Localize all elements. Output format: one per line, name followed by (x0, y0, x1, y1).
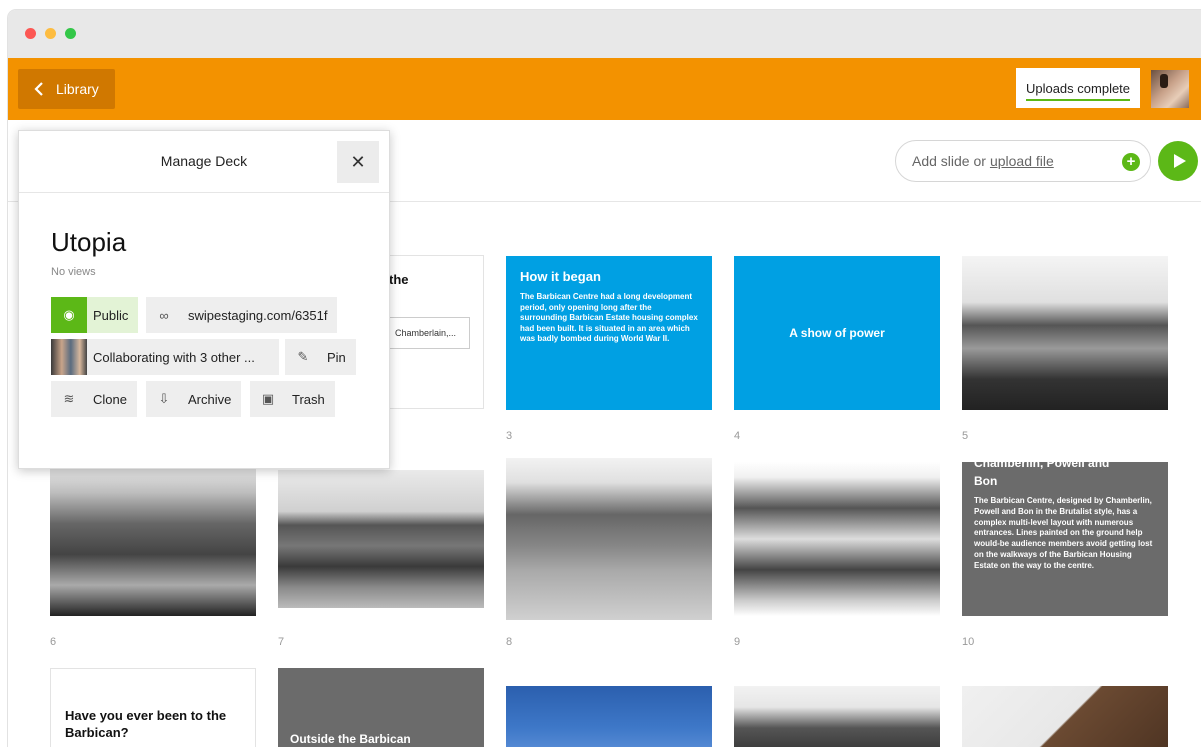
upload-progress-bar (1026, 99, 1130, 101)
trash-button[interactable]: ▣ Trash (250, 381, 335, 417)
layers-icon: ≋ (63, 391, 75, 406)
public-label: Public (93, 307, 129, 323)
add-slide-field[interactable]: Add slide or upload file + (895, 140, 1151, 182)
app-header: Library Uploads complete (8, 58, 1201, 120)
slide-9[interactable] (734, 462, 940, 616)
slide-7[interactable] (278, 470, 484, 608)
clone-button[interactable]: ≋ Clone (51, 381, 137, 417)
minimize-window-dot[interactable] (45, 28, 56, 39)
slide-4-title: A show of power (789, 326, 885, 340)
window-titlebar (8, 10, 1201, 58)
slide-9-number: 9 (734, 636, 741, 648)
slide-7-number: 7 (278, 636, 285, 648)
archive-icon: ⇩ (158, 391, 170, 406)
close-panel-button[interactable]: ✕ (337, 141, 379, 183)
visibility-public-toggle[interactable]: ◉ Public (51, 297, 139, 333)
close-window-dot[interactable] (25, 28, 36, 39)
slide-3-body: The Barbican Centre had a long developme… (520, 292, 698, 343)
globe-icon: ◉ (51, 297, 87, 333)
slide-10-body: The Barbican Centre, designed by Chamber… (974, 496, 1153, 570)
pin-label: Pin (327, 349, 346, 365)
slide-10-title-top: Chamberlin, Powell and (974, 462, 1110, 470)
pin-button[interactable]: ✎ Pin (285, 339, 356, 375)
slide-4[interactable]: A show of power (734, 256, 940, 410)
trash-label: Trash (292, 391, 325, 407)
user-avatar[interactable] (1151, 70, 1189, 108)
slide-8-number: 8 (506, 636, 513, 648)
slide-11-title: Have you ever been to the Barbican? (65, 708, 227, 740)
archive-button[interactable]: ⇩ Archive (146, 381, 242, 417)
upload-file-link[interactable]: upload file (990, 153, 1054, 169)
collaborators-button[interactable]: Collaborating with 3 other ... (51, 339, 279, 375)
deck-view-count: No views (51, 266, 96, 278)
slide-3-title: How it began (520, 269, 601, 284)
uploads-status-label: Uploads complete (1025, 80, 1131, 96)
collaborator-avatars (51, 339, 87, 375)
add-slide-prefix: Add slide or (912, 153, 986, 169)
manage-deck-header: Manage Deck ✕ (19, 131, 389, 193)
deck-title: Utopia (51, 227, 127, 257)
uploads-status[interactable]: Uploads complete (1016, 68, 1140, 108)
archive-label: Archive (188, 391, 232, 407)
manage-deck-panel: Manage Deck ✕ Utopia No views ◉ Public ∞… (18, 130, 390, 469)
slide-10[interactable]: Chamberlin, Powell and Bon The Barbican … (962, 462, 1168, 616)
library-back-button[interactable]: Library (18, 69, 115, 109)
library-back-label: Library (56, 81, 99, 97)
maximize-window-dot[interactable] (65, 28, 76, 39)
slide-4-number: 4 (734, 430, 741, 442)
pin-icon: ✎ (297, 349, 309, 364)
add-plus-icon[interactable]: + (1122, 153, 1140, 171)
play-presentation-button[interactable] (1158, 141, 1198, 181)
link-icon: ∞ (159, 307, 169, 323)
share-link-button[interactable]: ∞ swipestaging.com/6351f (146, 297, 338, 333)
slide-12[interactable]: Outside the Barbican (278, 668, 484, 747)
slide-3-number: 3 (506, 430, 513, 442)
slide-6[interactable] (50, 462, 256, 616)
slide-10-title: Bon (974, 474, 998, 488)
slide-13[interactable] (506, 686, 712, 747)
slide-6-number: 6 (50, 636, 57, 648)
chevron-left-icon (34, 82, 43, 96)
slide-8[interactable] (506, 458, 712, 620)
share-url: swipestaging.com/6351f (188, 307, 328, 323)
slide-11[interactable]: Have you ever been to the Barbican? (50, 668, 256, 747)
slide-12-title: Outside the Barbican (290, 732, 411, 746)
slide-10-number: 10 (962, 636, 975, 648)
slide-14[interactable] (734, 686, 940, 747)
collab-label: Collaborating with 3 other ... (93, 349, 255, 365)
slide-15[interactable] (962, 686, 1168, 747)
slide-5-number: 5 (962, 430, 969, 442)
trash-icon: ▣ (261, 391, 275, 406)
slide-5[interactable] (962, 256, 1168, 410)
close-icon: ✕ (350, 151, 366, 172)
clone-label: Clone (93, 391, 127, 407)
manage-deck-title: Manage Deck (160, 153, 248, 169)
slide-3[interactable]: How it began The Barbican Centre had a l… (506, 256, 712, 410)
